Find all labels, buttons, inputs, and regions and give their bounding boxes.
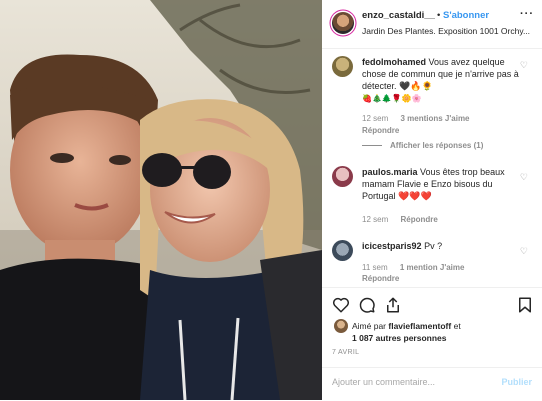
comment-time[interactable]: 12 sem [362, 215, 388, 224]
liked-by-connector: et [453, 321, 461, 331]
post-sidebar: enzo_castaldi__ • S'abonner ··· Jardin D… [322, 0, 542, 400]
author-avatar[interactable] [332, 12, 354, 34]
comment-meta: 12 sem Répondre [362, 215, 438, 224]
liked-by-prefix: Aimé par [352, 321, 387, 331]
comment-likes[interactable]: 3 mentions J'aime [400, 114, 469, 123]
liked-by-user[interactable]: flavieflamentoff [388, 321, 451, 331]
comment-meta: 12 sem 3 mentions J'aime [362, 114, 470, 123]
heart-icon[interactable] [332, 296, 350, 314]
comment-input[interactable] [332, 377, 492, 387]
comment-username[interactable]: paulos.maria [362, 167, 418, 177]
comment-time[interactable]: 12 sem [362, 114, 388, 123]
selfie-image [0, 0, 322, 400]
post-photo[interactable] [0, 0, 322, 400]
reply-button[interactable]: Répondre [362, 274, 399, 283]
comment-username[interactable]: fedolmohamed [362, 57, 426, 67]
comment-body: fedolmohamed Vous avez quelque chose de … [362, 56, 522, 105]
post-date[interactable]: 7 AVRIL [332, 349, 359, 356]
comment-text: Pv ? [424, 241, 443, 251]
comments-list: fedolmohamed Vous avez quelque chose de … [322, 48, 542, 283]
publish-button[interactable]: Publier [501, 377, 532, 387]
liker-avatar[interactable] [334, 319, 348, 333]
comment-likes[interactable]: 1 mention J'aime [400, 263, 465, 272]
replies-divider [362, 145, 382, 147]
comment-body: icicestparis92 Pv ? [362, 240, 522, 252]
reply-button[interactable]: Répondre [362, 126, 399, 135]
comment-time[interactable]: 11 sem [362, 263, 388, 272]
commenter-avatar[interactable] [332, 166, 353, 187]
post-actions: Aimé par flavieflamentoff et 1 087 autre… [322, 287, 542, 368]
bookmark-icon[interactable] [516, 296, 534, 314]
comment-username[interactable]: icicestparis92 [362, 241, 422, 251]
comment-reply-row: Répondre [362, 126, 399, 135]
comment-meta: 11 sem 1 mention J'aime [362, 263, 464, 272]
post-location[interactable]: Jardin Des Plantes. Exposition 1001 Orch… [362, 26, 540, 36]
reply-button[interactable]: Répondre [400, 215, 437, 224]
commenter-avatar[interactable] [332, 240, 353, 261]
add-comment-bar: Publier [322, 367, 542, 401]
comment-body: paulos.maria Vous êtes trop beaux mamam … [362, 166, 522, 202]
comment-like-heart-icon[interactable]: ♡ [520, 172, 528, 183]
view-replies-button[interactable]: Afficher les réponses (1) [362, 141, 483, 150]
comment-emoji-line: 🍓🎄🌲🌹🌼🌸 [362, 94, 422, 103]
view-replies-label: Afficher les réponses (1) [390, 141, 484, 150]
comment-bubble-icon[interactable] [358, 296, 376, 314]
liked-by-summary: Aimé par flavieflamentoff et 1 087 autre… [352, 320, 461, 344]
comment-reply-row: Répondre [362, 274, 399, 283]
comment-emoji: 🖤🔥🌻 [399, 81, 433, 91]
comment-like-heart-icon[interactable]: ♡ [520, 60, 528, 71]
commenter-avatar[interactable] [332, 56, 353, 77]
comment-like-heart-icon[interactable]: ♡ [520, 246, 528, 257]
share-icon[interactable] [384, 296, 402, 314]
header-separator: • [437, 10, 441, 21]
more-options-icon[interactable]: ··· [520, 8, 534, 20]
comment-emoji: ❤️❤️❤️ [398, 191, 432, 201]
post-header: enzo_castaldi__ • S'abonner ··· Jardin D… [322, 0, 542, 49]
follow-button[interactable]: S'abonner [443, 10, 489, 21]
liked-by-others[interactable]: 1 087 autres personnes [352, 333, 447, 343]
author-username[interactable]: enzo_castaldi__ [362, 10, 435, 21]
